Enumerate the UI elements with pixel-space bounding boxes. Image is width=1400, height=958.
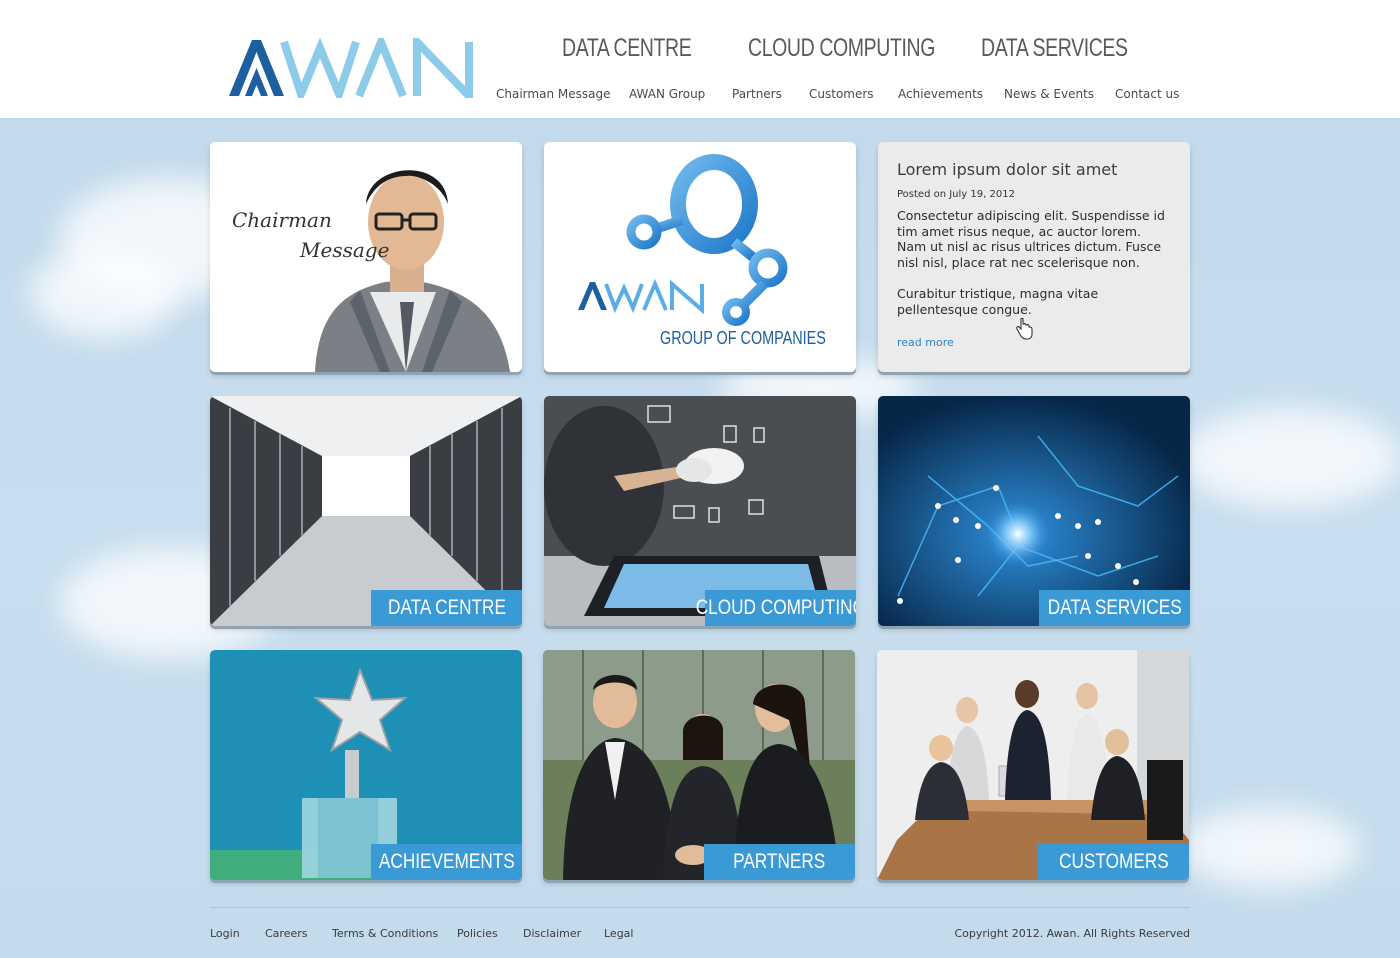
nav-achievements[interactable]: Achievements (898, 87, 983, 101)
chairman-script-line1: Chairman (232, 208, 332, 232)
awan-logo[interactable] (229, 38, 477, 98)
cloud-computing-label[interactable]: CLOUD COMPUTING (695, 590, 856, 626)
data-services-tile[interactable]: DATA SERVICES (878, 396, 1190, 626)
partners-label[interactable]: PARTNERS (704, 844, 855, 880)
news-paragraph-1: Consectetur adipiscing elit. Suspendisse… (897, 208, 1165, 270)
hand-cursor-icon (1016, 318, 1033, 340)
footer-divider (210, 907, 1190, 908)
site-header: DATA CENTRE CLOUD COMPUTING DATA SERVICE… (0, 0, 1400, 118)
awan-group-tile[interactable]: GROUP OF COMPANIES (544, 142, 856, 372)
news-date: Posted on July 19, 2012 (897, 189, 1015, 200)
nav-customers[interactable]: Customers (809, 87, 874, 101)
group-subtitle: GROUP OF COMPANIES (660, 328, 826, 348)
copyright-text: Copyright 2012. Awan. All Rights Reserve… (954, 927, 1190, 940)
nav-partners[interactable]: Partners (732, 87, 782, 101)
partners-tile[interactable]: PARTNERS (543, 650, 855, 880)
news-paragraph-2: Curabitur tristique, magna vitae pellent… (897, 286, 1099, 317)
achievements-label[interactable]: ACHIEVEMENTS (371, 844, 522, 880)
news-tile: Lorem ipsum dolor sit amet Posted on Jul… (878, 142, 1190, 372)
data-centre-tile[interactable]: DATA CENTRE (210, 396, 522, 626)
footer-legal[interactable]: Legal (604, 927, 633, 940)
data-services-label[interactable]: DATA SERVICES (1039, 590, 1190, 626)
footer-terms[interactable]: Terms & Conditions (332, 927, 438, 940)
customers-tile[interactable]: CUSTOMERS (877, 650, 1189, 880)
footer-careers[interactable]: Careers (265, 927, 308, 940)
read-more-link[interactable]: read more (897, 336, 954, 349)
nav-news-events[interactable]: News & Events (1004, 87, 1094, 101)
footer-disclaimer[interactable]: Disclaimer (523, 927, 581, 940)
footer-login[interactable]: Login (210, 927, 240, 940)
cloud-computing-tile[interactable]: CLOUD COMPUTING (544, 396, 856, 626)
nav-data-services[interactable]: DATA SERVICES (981, 34, 1128, 63)
nav-contact-us[interactable]: Contact us (1115, 87, 1179, 101)
footer-policies[interactable]: Policies (457, 927, 498, 940)
nav-awan-group[interactable]: AWAN Group (629, 87, 705, 101)
chairman-message-tile[interactable]: Chairman Message (210, 142, 522, 372)
news-title[interactable]: Lorem ipsum dolor sit amet (897, 160, 1171, 179)
customers-label[interactable]: CUSTOMERS (1038, 844, 1189, 880)
nav-data-centre[interactable]: DATA CENTRE (562, 34, 692, 63)
nav-cloud-computing[interactable]: CLOUD COMPUTING (748, 34, 935, 63)
nav-chairman-message[interactable]: Chairman Message (496, 87, 610, 101)
data-centre-label[interactable]: DATA CENTRE (371, 590, 522, 626)
chairman-script-line2: Message (300, 238, 390, 262)
achievements-tile[interactable]: ACHIEVEMENTS (210, 650, 522, 880)
